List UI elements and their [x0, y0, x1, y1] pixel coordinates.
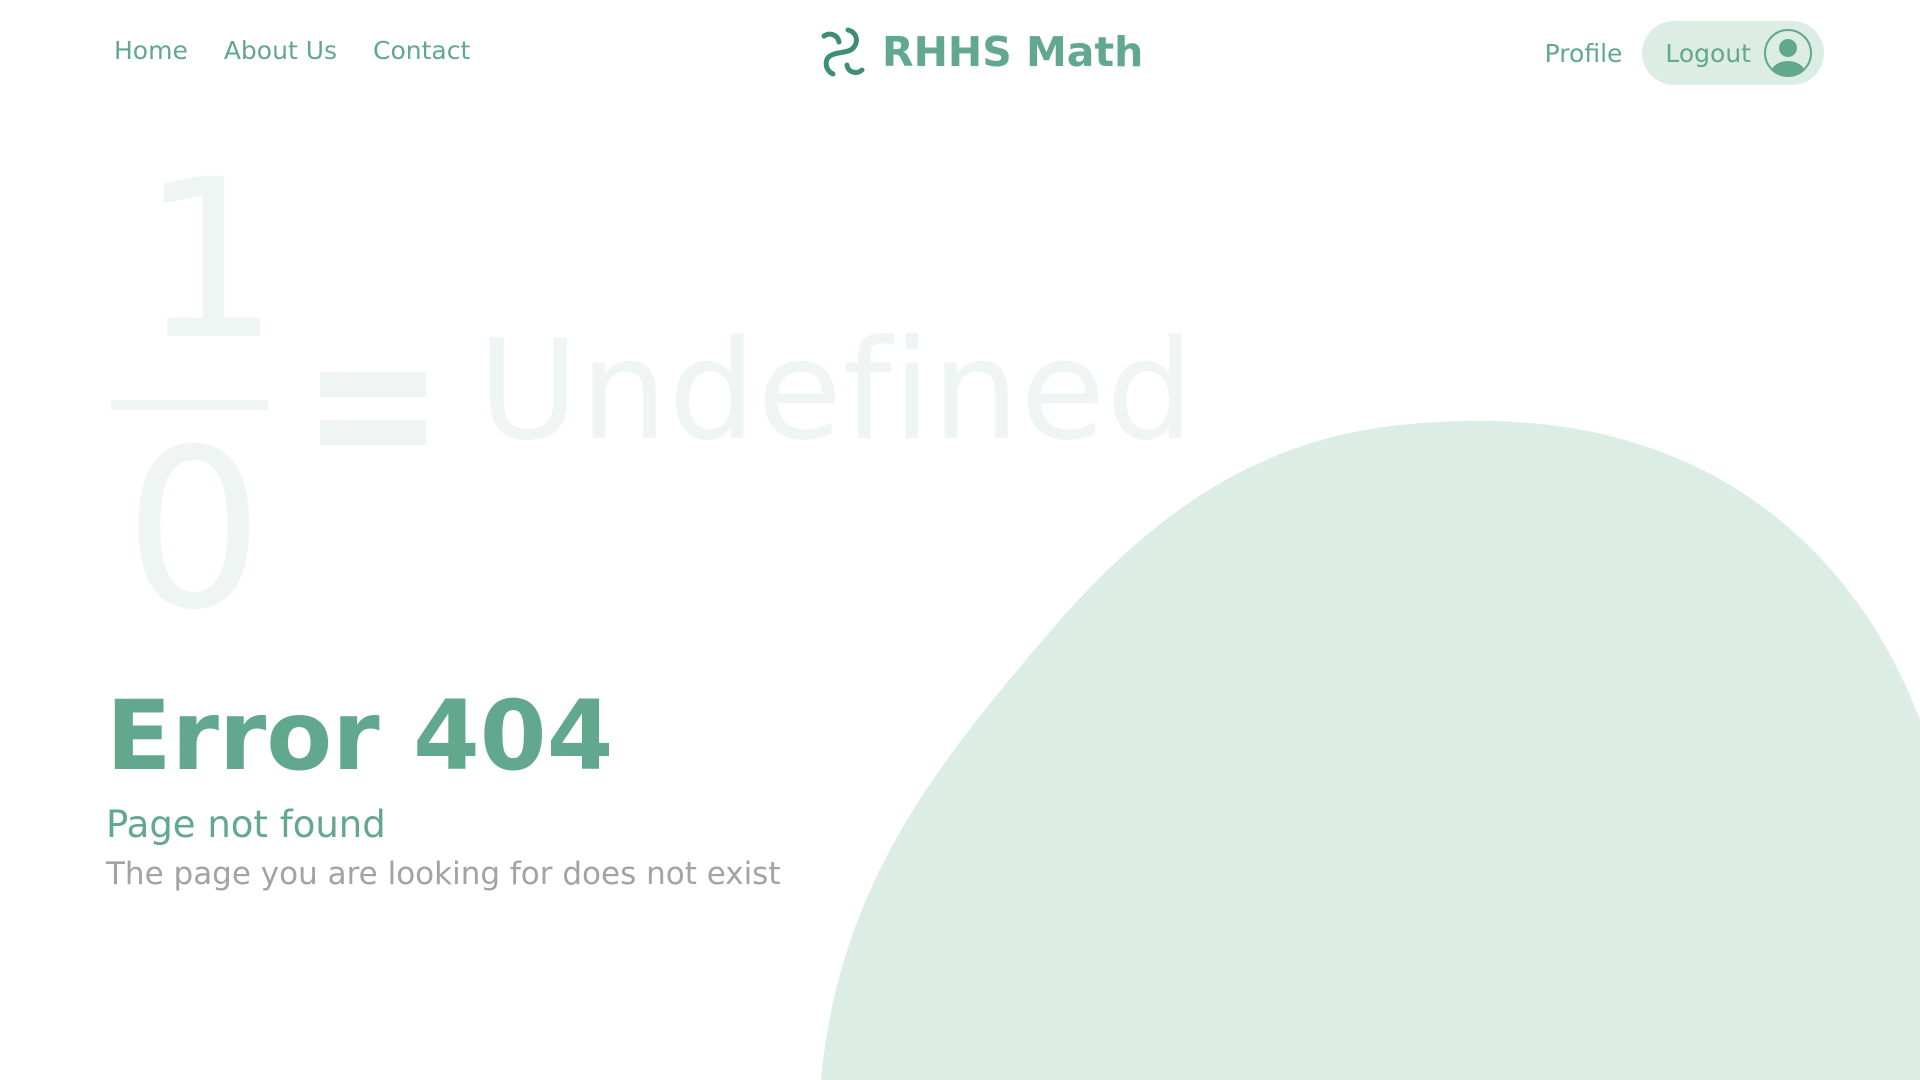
brand-name: RHHS Math	[882, 28, 1144, 76]
primary-nav: Home About Us Contact	[114, 36, 470, 65]
swirl-logo-icon	[821, 27, 865, 77]
nav-link-home[interactable]: Home	[114, 36, 188, 65]
error-content: Error 404 Page not found The page you ar…	[106, 688, 781, 890]
error-title: Error 404	[106, 680, 614, 792]
error-page: 1 0 Undefined Home About Us Contact RHHS…	[0, 0, 1920, 1080]
nav-link-about-us[interactable]: About Us	[224, 36, 337, 65]
brand-link[interactable]: RHHS Math	[818, 26, 1143, 78]
background-blob	[821, 420, 1920, 1080]
logout-button[interactable]: Logout	[1642, 21, 1824, 85]
nav-link-contact[interactable]: Contact	[373, 36, 470, 65]
error-subtitle: Page not found	[106, 803, 386, 846]
logout-label: Logout	[1665, 38, 1751, 68]
top-navigation: Home About Us Contact RHHS Math Profile …	[0, 0, 1920, 108]
profile-link[interactable]: Profile	[1545, 39, 1623, 68]
error-message: The page you are looking for does not ex…	[106, 856, 781, 892]
user-avatar-icon	[1764, 29, 1812, 77]
account-nav: Profile Logout	[1545, 21, 1824, 85]
